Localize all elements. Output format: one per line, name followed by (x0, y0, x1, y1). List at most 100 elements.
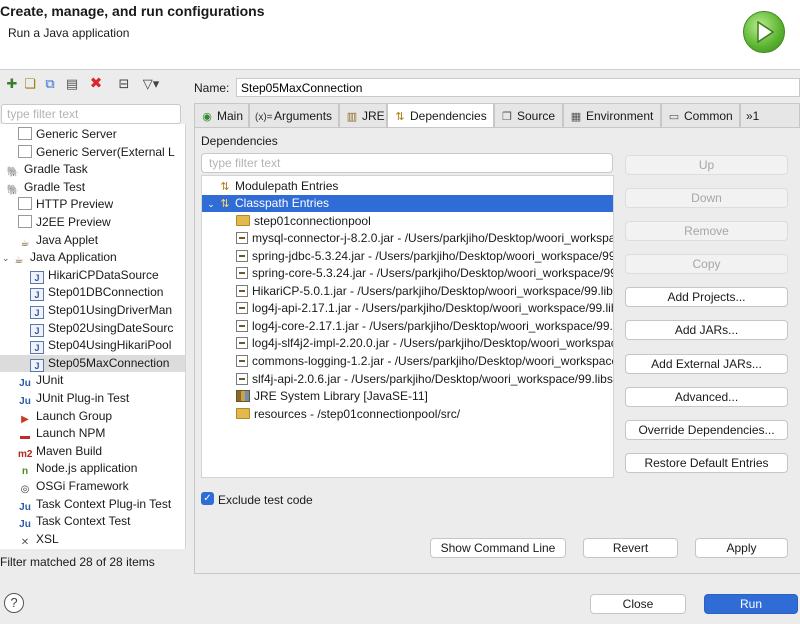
config-tree-item[interactable]: n Node.js application (0, 460, 185, 477)
config-tree-item[interactable]: HTTP Preview (0, 196, 185, 213)
dependencies-tab-icon: ⇅ (395, 111, 405, 123)
dependency-entry[interactable]: resources - /step01connectionpool/src/ (202, 406, 460, 423)
apply-button[interactable]: Apply (695, 538, 788, 558)
config-tree-item-label: JUnit (36, 373, 64, 388)
collapse-all-icon[interactable]: ⊟ (116, 76, 132, 92)
exclude-test-code-checkbox[interactable]: ✓ (201, 492, 214, 505)
dependency-entry[interactable]: step01connectionpool (202, 213, 371, 230)
config-tree-item-label: Step02UsingDateSourc (48, 320, 174, 335)
dependency-label: log4j-slf4j2-impl-2.20.0.jar - /Users/pa… (252, 336, 613, 351)
dependency-root-item[interactable]: ⌄ ⇅ Classpath Entries (202, 195, 613, 213)
entries-icon: ⇅ (220, 180, 230, 193)
config-tree-item[interactable]: 🐘 Gradle Test (0, 179, 185, 196)
gradle-icon: 🐘 (6, 184, 20, 196)
add-projects-button[interactable]: Add Projects... (625, 287, 788, 307)
jar-icon (236, 319, 248, 332)
config-tree-item[interactable]: J Step05MaxConnection (0, 354, 185, 372)
restore-default-entries-button[interactable]: Restore Default Entries (625, 453, 788, 473)
config-tree-item[interactable]: J Step04UsingHikariPool (0, 337, 185, 355)
revert-button[interactable]: Revert (583, 538, 678, 558)
dependency-entry[interactable]: HikariCP-5.0.1.jar - /Users/parkjiho/Des… (202, 283, 614, 300)
config-tree-item-label: Gradle Task (24, 162, 88, 177)
up-button[interactable]: Up (625, 155, 788, 175)
config-tree-item-label: J2EE Preview (36, 215, 111, 229)
export-icon[interactable]: ▤ (64, 76, 80, 92)
down-button[interactable]: Down (625, 188, 788, 208)
tab-source[interactable]: ❐ Source (494, 103, 563, 127)
dependency-label: JRE System Library [JavaSE-11] (254, 389, 428, 404)
override-dependencies-button[interactable]: Override Dependencies... (625, 420, 788, 440)
config-tabs: ◉ Main (x)= Arguments ▥ JRE ⇅ Dependencies ❐… (194, 103, 800, 128)
config-tree-item[interactable]: Generic Server (0, 126, 185, 143)
tab-environment[interactable]: ▦ Environment (563, 103, 661, 127)
dependency-entry[interactable]: spring-jdbc-5.3.24.jar - /Users/parkjiho… (202, 248, 613, 265)
dependencies-filter-input[interactable] (201, 153, 613, 173)
tab-overflow[interactable]: »1 (740, 103, 800, 127)
config-tree-item[interactable]: J Step01DBConnection (0, 284, 185, 302)
javaapp-icon: ☕ (14, 255, 24, 267)
remove-button[interactable]: Remove (625, 221, 788, 241)
config-tree-item[interactable]: Ju Task Context Plug-in Test (0, 496, 185, 513)
delete-icon[interactable]: ✖ (88, 76, 104, 92)
dependency-entry[interactable]: slf4j-api-2.0.6.jar - /Users/parkjiho/De… (202, 371, 613, 388)
dependency-entry[interactable]: log4j-api-2.17.1.jar - /Users/parkjiho/D… (202, 300, 613, 317)
config-tree-item[interactable]: ▬ Launch NPM (0, 425, 185, 442)
filter-icon[interactable]: ▽▾ (138, 76, 164, 92)
more-tabs-icon: »1 (746, 109, 760, 123)
config-tree-item[interactable]: ☕ Java Applet (0, 232, 185, 249)
config-tree-item-label: Task Context Test (36, 514, 131, 529)
config-tree-item-label: Gradle Test (24, 179, 86, 194)
jar-icon (236, 337, 248, 350)
dependency-entry[interactable]: JRE System Library [JavaSE-11] (202, 388, 428, 405)
tab-arguments[interactable]: (x)= Arguments (249, 103, 339, 127)
config-tree-item[interactable]: Ju JUnit Plug-in Test (0, 390, 185, 407)
config-tree-item[interactable]: ⌄ ☕ Java Application (0, 249, 185, 267)
config-tree-item[interactable]: 🐘 Gradle Task (0, 161, 185, 178)
junit-icon: Ju (19, 396, 31, 407)
dependency-entry[interactable]: mysql-connector-j-8.2.0.jar - /Users/par… (202, 230, 613, 247)
close-button[interactable]: Close (590, 594, 686, 614)
expand-chevron-icon[interactable]: ⌄ (204, 196, 218, 213)
config-tree-item[interactable]: Ju Task Context Test (0, 513, 185, 531)
run-play-icon (743, 11, 785, 53)
junit-icon: Ju (19, 519, 31, 531)
config-tree-item[interactable]: Generic Server(External L (0, 144, 185, 161)
config-tree-item[interactable]: J Step02UsingDateSourc (0, 320, 185, 337)
tab-main[interactable]: ◉ Main (194, 103, 249, 127)
dependency-root-item[interactable]: ⇅ Modulepath Entries (202, 178, 338, 195)
config-tree-item[interactable]: ◎ OSGi Framework (0, 478, 185, 495)
duplicate-icon[interactable]: ⧉ (42, 76, 58, 92)
new-prototype-icon[interactable]: ❏ (22, 76, 38, 92)
add-jars-button[interactable]: Add JARs... (625, 320, 788, 340)
dependency-entry[interactable]: log4j-core-2.17.1.jar - /Users/parkjiho/… (202, 318, 613, 335)
junit-icon: Ju (19, 501, 31, 513)
expand-chevron-icon[interactable]: ⌄ (2, 250, 12, 267)
dialog-header: Create, manage, and run configurations R… (0, 0, 800, 70)
config-tree-item[interactable]: m2 Maven Build (0, 443, 185, 460)
config-tree-item[interactable]: ▶ Launch Group (0, 408, 185, 425)
help-icon[interactable]: ? (4, 593, 24, 613)
add-external-jars-button[interactable]: Add External JARs... (625, 354, 788, 374)
show-command-line-button[interactable]: Show Command Line (430, 538, 566, 558)
config-name-input[interactable] (236, 78, 800, 97)
tab-common[interactable]: ▭ Common (661, 103, 740, 127)
dependency-label: step01connectionpool (254, 213, 371, 228)
tab-dependencies[interactable]: ⇅ Dependencies (387, 103, 494, 128)
advanced-button[interactable]: Advanced... (625, 387, 788, 407)
dependency-entry[interactable]: spring-core-5.3.24.jar - /Users/parkjiho… (202, 265, 613, 282)
config-filter-input[interactable] (1, 104, 181, 124)
config-tree-item[interactable]: Ju JUnit (0, 372, 185, 389)
config-tree-item[interactable]: J2EE Preview (0, 214, 185, 231)
dependency-entry[interactable]: commons-logging-1.2.jar - /Users/parkjih… (202, 353, 613, 370)
new-config-icon[interactable]: ✚ (4, 76, 20, 92)
tab-jre[interactable]: ▥ JRE (339, 103, 387, 127)
copy-button[interactable]: Copy (625, 254, 788, 274)
config-tree-item[interactable]: ✕ XSL (0, 531, 185, 548)
run-button[interactable]: Run (704, 594, 798, 614)
config-tree-item[interactable]: J HikariCPDataSource (0, 267, 185, 284)
dialog-title: Create, manage, and run configurations (0, 3, 265, 19)
dependency-label: HikariCP-5.0.1.jar - /Users/parkjiho/Des… (252, 283, 614, 298)
environment-tab-icon: ▦ (570, 111, 582, 123)
dependency-entry[interactable]: log4j-slf4j2-impl-2.20.0.jar - /Users/pa… (202, 335, 613, 352)
config-tree-item[interactable]: J Step01UsingDriverMan (0, 302, 185, 319)
